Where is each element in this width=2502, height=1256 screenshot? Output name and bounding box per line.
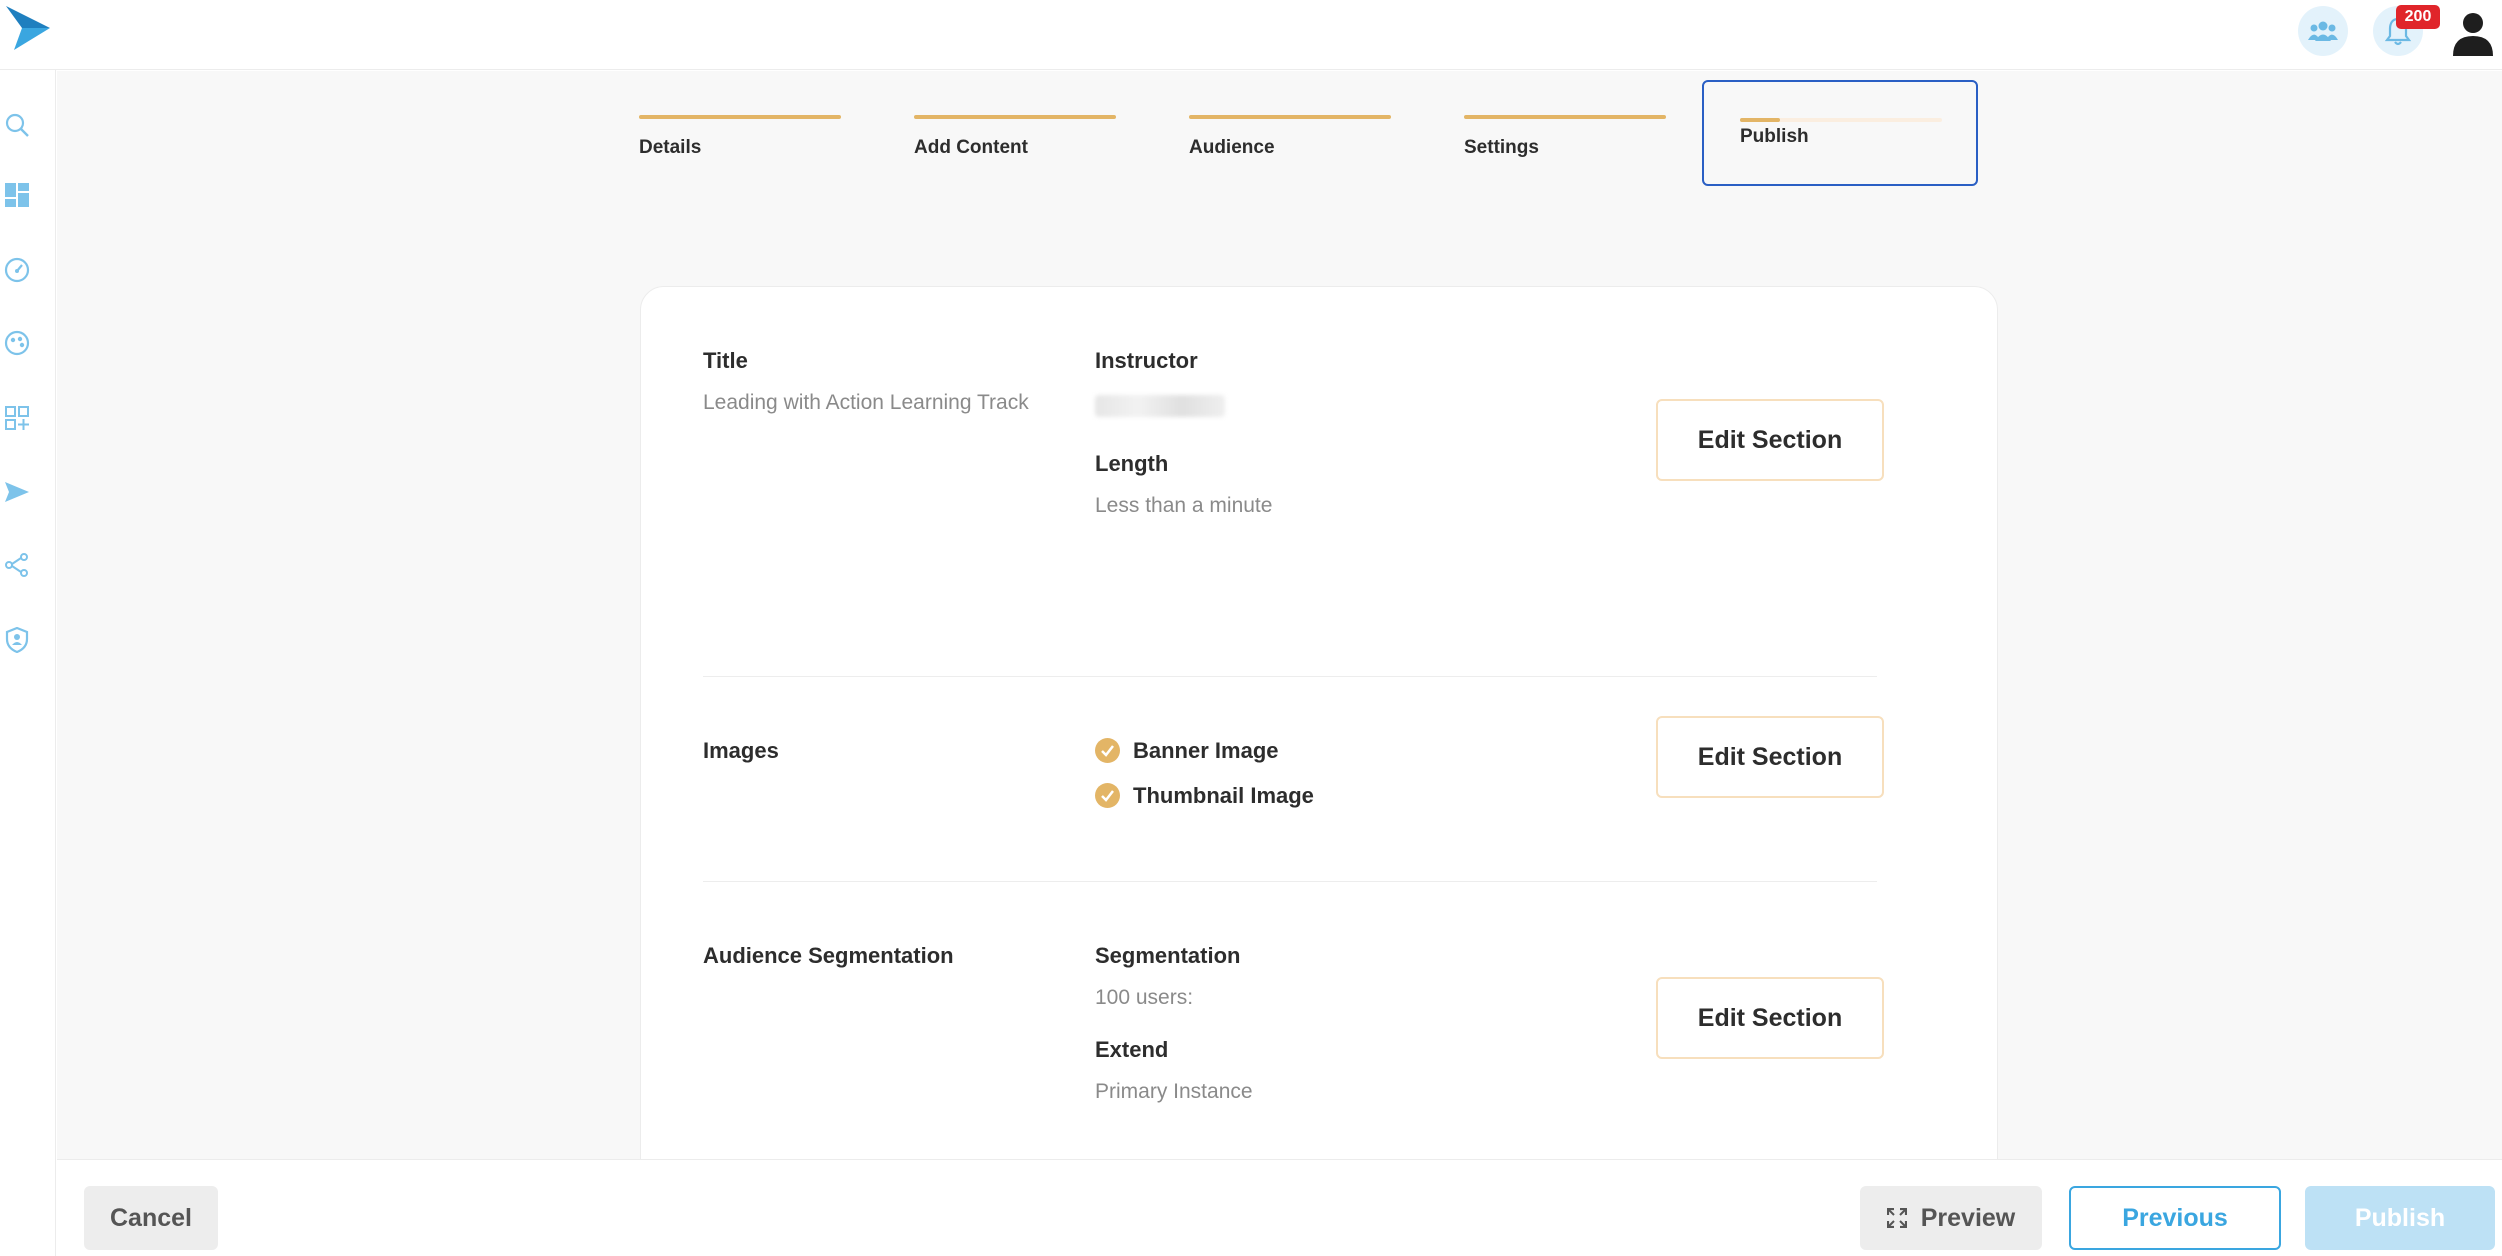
- step-audience[interactable]: Audience: [1189, 115, 1391, 159]
- section-divider: [703, 676, 1877, 677]
- title-label: Title: [703, 348, 748, 373]
- search-icon: [5, 113, 29, 137]
- audience-column: Audience Segmentation: [703, 942, 1083, 970]
- expand-icon: [1886, 1208, 1907, 1228]
- segmentation-value: 100 users:: [1095, 986, 1194, 1009]
- sidebar-item-add-widget[interactable]: [2, 403, 32, 433]
- paper-plane-logo-icon[interactable]: [4, 4, 52, 52]
- top-bar: 200: [0, 0, 2502, 70]
- footer-action-bar: Cancel Preview Previous Publish: [57, 1159, 2502, 1256]
- add-widget-icon: [5, 406, 29, 430]
- step-progress-fill: [1740, 118, 1781, 122]
- step-label: Add Content: [914, 137, 1028, 158]
- step-label: Settings: [1464, 137, 1539, 158]
- segmentation-column: Segmentation 100 users: Extend Primary I…: [1095, 942, 1595, 1108]
- extend-value: Primary Instance: [1095, 1080, 1253, 1103]
- main-content: Details Add Content Audience Settings Pu…: [57, 71, 2502, 1187]
- length-label: Length: [1095, 451, 1169, 476]
- speedometer-icon: [4, 257, 30, 283]
- instructor-name-redacted: [1095, 395, 1225, 417]
- step-progress-bar: [914, 115, 1116, 119]
- section-divider: [703, 881, 1877, 882]
- dashboard-icon: [5, 183, 29, 207]
- review-summary-card: Title Leading with Action Learning Track…: [640, 286, 1998, 1187]
- sidebar-item-palette[interactable]: [2, 328, 32, 358]
- publish-button[interactable]: Publish: [2305, 1186, 2495, 1250]
- previous-button[interactable]: Previous: [2069, 1186, 2281, 1250]
- list-item: Banner Image: [1095, 728, 1595, 773]
- list-item: Thumbnail Image: [1095, 773, 1595, 818]
- instructor-label: Instructor: [1095, 348, 1198, 373]
- images-label: Images: [703, 738, 779, 763]
- audience-segmentation-label: Audience Segmentation: [703, 943, 954, 968]
- step-progress-track: [1740, 118, 1942, 122]
- images-list: Banner Image Thumbnail Image: [1095, 728, 1595, 818]
- edit-title-section-button[interactable]: Edit Section: [1656, 399, 1884, 481]
- title-column: Title Leading with Action Learning Track: [703, 347, 1083, 419]
- palette-icon: [4, 330, 30, 356]
- banner-image-label: Banner Image: [1133, 737, 1279, 763]
- send-icon: [5, 482, 29, 502]
- step-progress-bar: [1189, 115, 1391, 119]
- community-button[interactable]: [2298, 6, 2348, 56]
- step-label: Details: [639, 137, 702, 158]
- length-value: Less than a minute: [1095, 494, 1273, 517]
- title-value: Leading with Action Learning Track: [703, 391, 1029, 414]
- sidebar-item-share[interactable]: [2, 550, 32, 580]
- sidebar-item-send[interactable]: [2, 477, 32, 507]
- title-section: Title Leading with Action Learning Track…: [703, 347, 1884, 527]
- extend-label: Extend: [1095, 1037, 1169, 1062]
- edit-audience-section-button[interactable]: Edit Section: [1656, 977, 1884, 1059]
- share-icon: [5, 553, 28, 577]
- sidebar-item-dashboard[interactable]: [2, 180, 32, 210]
- step-label: Publish: [1740, 126, 1809, 147]
- shield-icon: [5, 627, 29, 653]
- preview-button[interactable]: Preview: [1860, 1186, 2042, 1250]
- step-settings[interactable]: Settings: [1464, 115, 1666, 159]
- step-publish[interactable]: Publish: [1702, 80, 1978, 186]
- step-progress-bar: [1464, 115, 1666, 119]
- thumbnail-image-label: Thumbnail Image: [1133, 782, 1314, 808]
- preview-label: Preview: [1920, 1203, 2016, 1232]
- sidebar-item-shield[interactable]: [2, 625, 32, 655]
- step-label: Audience: [1189, 137, 1275, 158]
- segmentation-label: Segmentation: [1095, 943, 1241, 968]
- images-section: Images Banner Image Thumbnail Image Edit…: [703, 716, 1884, 847]
- instructor-column: Instructor Length Less than a minute: [1095, 347, 1595, 522]
- notification-count-badge: 200: [2396, 5, 2440, 29]
- checkmark-icon: [1095, 783, 1120, 808]
- community-icon: [2308, 21, 2338, 41]
- images-column: Images: [703, 737, 1083, 765]
- sidebar-item-speedometer[interactable]: [2, 255, 32, 285]
- user-avatar-icon[interactable]: [2448, 8, 2498, 58]
- sidebar: [0, 70, 56, 1256]
- checkmark-icon: [1095, 738, 1120, 763]
- audience-section: Audience Segmentation Segmentation 100 u…: [703, 942, 1884, 1142]
- cancel-button[interactable]: Cancel: [84, 1186, 218, 1250]
- sidebar-item-search[interactable]: [2, 110, 32, 140]
- edit-images-section-button[interactable]: Edit Section: [1656, 716, 1884, 798]
- step-progress-bar: [639, 115, 841, 119]
- step-add-content[interactable]: Add Content: [914, 115, 1116, 159]
- step-details[interactable]: Details: [639, 115, 841, 159]
